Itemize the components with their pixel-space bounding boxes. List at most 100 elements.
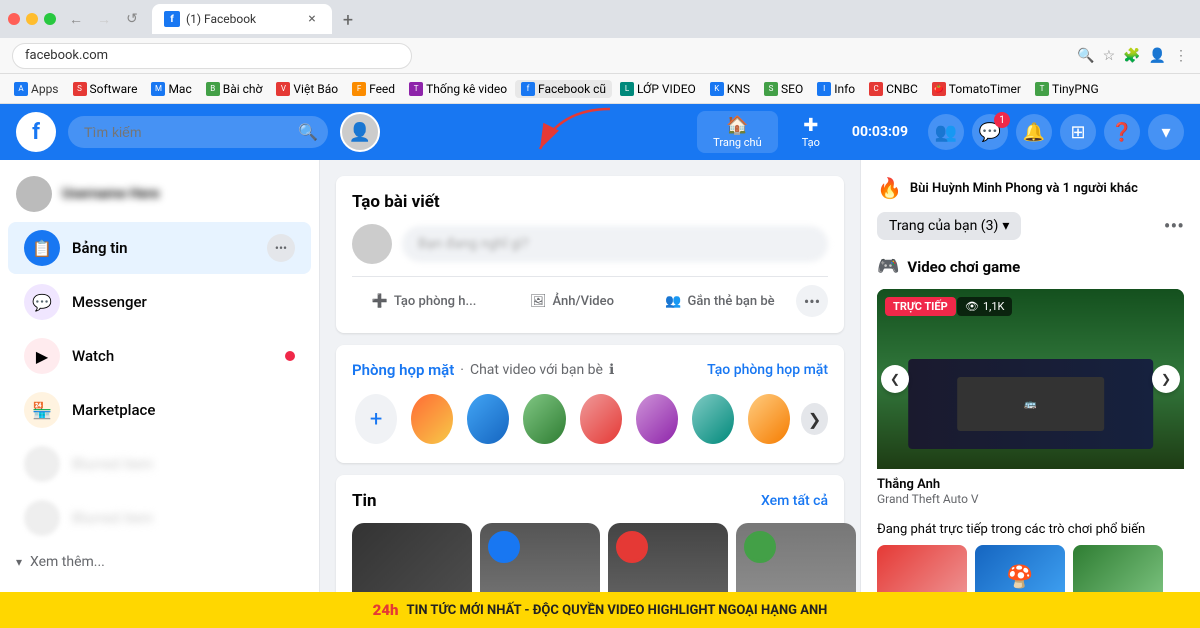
search-input[interactable]: [68, 116, 328, 148]
fbcu-icon: f: [521, 82, 535, 96]
story-avatar-4: [744, 531, 776, 563]
traffic-light-green[interactable]: [44, 13, 56, 25]
post-input-box[interactable]: Bạn đang nghĩ gì?: [402, 226, 828, 262]
new-tab-button[interactable]: +: [334, 6, 362, 34]
story-add-card[interactable]: + Tạo tin: [352, 523, 472, 592]
bookmark-tiny[interactable]: T TinyPNG: [1029, 80, 1105, 98]
rs-user-header: 🔥 Bùi Huỳnh Minh Phong và 1 người khác: [877, 176, 1184, 200]
bookmark-software[interactable]: S Software: [67, 80, 144, 98]
bookmark-fbcu[interactable]: f Facebook cũ: [515, 80, 612, 98]
help-icon-btn[interactable]: ❓: [1104, 114, 1140, 150]
bookmark-feed[interactable]: F Feed: [346, 80, 401, 98]
extension-icon[interactable]: 🧩: [1123, 48, 1140, 64]
streaming-thumb-3[interactable]: [1073, 545, 1163, 592]
sidebar-item-marketplace[interactable]: 🏪 Marketplace: [8, 384, 311, 436]
addr-input[interactable]: facebook.com: [12, 43, 412, 69]
bell-icon-btn[interactable]: 🔔: [1016, 114, 1052, 150]
sidebar-user[interactable]: Username Here: [0, 168, 319, 220]
see-more-item[interactable]: ▾ Xem thêm...: [0, 546, 319, 578]
create-icon: ✚: [803, 115, 818, 136]
active-tab[interactable]: f (1) Facebook ×: [152, 4, 332, 34]
search-addr-icon[interactable]: 🔍: [1077, 48, 1094, 64]
baich-icon: B: [206, 82, 220, 96]
create-post-title: Tạo bài viết: [352, 192, 828, 212]
grid-icon-btn[interactable]: ⊞: [1060, 114, 1096, 150]
bookmark-thongke[interactable]: T Thống kê video: [403, 80, 513, 98]
prev-arrow[interactable]: ❮: [881, 365, 909, 393]
story-card-2[interactable]: [480, 523, 600, 592]
tag-btn[interactable]: 👥 Gắn thẻ bạn bè: [648, 285, 792, 317]
see-all-btn[interactable]: Xem tất cả: [761, 493, 828, 509]
next-arrow[interactable]: ❯: [1152, 365, 1180, 393]
rs-page-row: Trang của bạn (3) ▾ •••: [877, 212, 1184, 240]
room-add-btn[interactable]: +: [352, 391, 400, 447]
bookmark-mac[interactable]: M Mac: [145, 80, 197, 98]
traffic-light-yellow[interactable]: [26, 13, 38, 25]
sidebar-item-blurred-1[interactable]: Blurred item: [8, 438, 311, 490]
room-avatar-4: [577, 391, 625, 447]
page-selector-chevron: ▾: [1002, 218, 1009, 234]
streaming-thumb-2[interactable]: 🍄: [975, 545, 1065, 592]
sidebar-item-messenger[interactable]: 💬 Messenger: [8, 276, 311, 328]
rs-user-names: Bùi Huỳnh Minh Phong và 1 người khác: [910, 181, 1138, 196]
streamer-name: Thắng Anh: [877, 477, 1184, 492]
create-room-btn[interactable]: ➕ Tạo phòng h...: [352, 285, 496, 317]
rooms-info-icon[interactable]: ℹ: [609, 362, 614, 378]
sidebar-item-blurred-2[interactable]: Blurred item: [8, 492, 311, 544]
star-icon[interactable]: ☆: [1103, 48, 1116, 64]
back-button[interactable]: ←: [64, 7, 88, 31]
bookmark-vietbao[interactable]: V Việt Báo: [270, 80, 344, 98]
streaming-thumb-1[interactable]: [877, 545, 967, 592]
chevron-icon-btn[interactable]: ▾: [1148, 114, 1184, 150]
bookmark-seo[interactable]: S SEO: [758, 80, 809, 98]
nav-home[interactable]: 🏠 Trang chủ: [697, 111, 778, 153]
rooms-next-btn[interactable]: ❯: [801, 403, 828, 435]
stories-grid: + Tạo tin: [352, 523, 828, 592]
left-sidebar: Username Here 📋 Bảng tin ••• 💬 Messenger…: [0, 160, 320, 592]
vg-thumbnail[interactable]: 🚌 TRỰC TIẾP 👁 1,1K ❮ ❯: [877, 289, 1184, 469]
fb-user-avatar[interactable]: 👤: [340, 112, 380, 152]
banner-text: TIN TỨC MỚI NHẤT - ĐỘC QUYỀN VIDEO HIGHL…: [407, 603, 828, 618]
software-icon: S: [73, 82, 87, 96]
menu-icon[interactable]: ⋮: [1174, 48, 1188, 64]
messenger-icon-btn[interactable]: 💬 1: [972, 114, 1008, 150]
photo-video-btn[interactable]: 🖼 Ảnh/Video: [500, 285, 644, 317]
post-avatar: [352, 224, 392, 264]
bookmark-info[interactable]: I Info: [811, 80, 861, 98]
nav-create[interactable]: ✚ Tạo: [786, 111, 836, 153]
bookmark-apps[interactable]: A Apps: [8, 80, 65, 98]
more-actions-btn[interactable]: •••: [796, 285, 828, 317]
vg-info: Thắng Anh Grand Theft Auto V: [877, 469, 1184, 514]
bookmark-tomato[interactable]: 🍅 TomatoTimer: [926, 80, 1027, 98]
bookmark-lopvideo[interactable]: L LỚP VIDEO: [614, 80, 702, 98]
create-post-card: Tạo bài viết Bạn đang nghĩ gì? ➕ Tạo phò…: [336, 176, 844, 333]
photo-icon: 🖼: [530, 294, 547, 309]
sidebar-item-bantin[interactable]: 📋 Bảng tin •••: [8, 222, 311, 274]
url-text: facebook.com: [25, 48, 108, 63]
tab-favicon: f: [164, 11, 180, 27]
rooms-create-btn[interactable]: Tạo phòng họp mặt: [707, 362, 828, 378]
rs-more-btn[interactable]: •••: [1164, 214, 1184, 238]
tag-icon: 👥: [665, 294, 681, 309]
refresh-button[interactable]: ↺: [120, 7, 144, 31]
thongke-icon: T: [409, 82, 423, 96]
story-add-bg: [352, 523, 472, 592]
forward-button[interactable]: →: [92, 7, 116, 31]
stories-header: Tin Xem tất cả: [352, 491, 828, 511]
gamepad-icon: 🎮: [877, 256, 899, 277]
bookmark-cnbc[interactable]: C CNBC: [863, 80, 924, 98]
traffic-light-red[interactable]: [8, 13, 20, 25]
people-icon-btn[interactable]: 👥: [928, 114, 964, 150]
story-card-4[interactable]: [736, 523, 856, 592]
main-content: Username Here 📋 Bảng tin ••• 💬 Messenger…: [0, 160, 1200, 592]
more-btn[interactable]: •••: [267, 234, 295, 262]
bookmark-baich[interactable]: B Bài chờ: [200, 80, 269, 98]
page-selector-btn[interactable]: Trang của bạn (3) ▾: [877, 212, 1021, 240]
profile-icon[interactable]: 👤: [1149, 48, 1166, 64]
create-post-input-row: Bạn đang nghĩ gì?: [352, 224, 828, 264]
sidebar-item-watch[interactable]: ▶ Watch: [8, 330, 311, 382]
rooms-title-suffix: Chat video với bạn bè: [470, 362, 603, 378]
bookmark-kns[interactable]: K KNS: [704, 80, 756, 98]
tab-close-icon[interactable]: ×: [304, 11, 320, 27]
story-card-3[interactable]: [608, 523, 728, 592]
